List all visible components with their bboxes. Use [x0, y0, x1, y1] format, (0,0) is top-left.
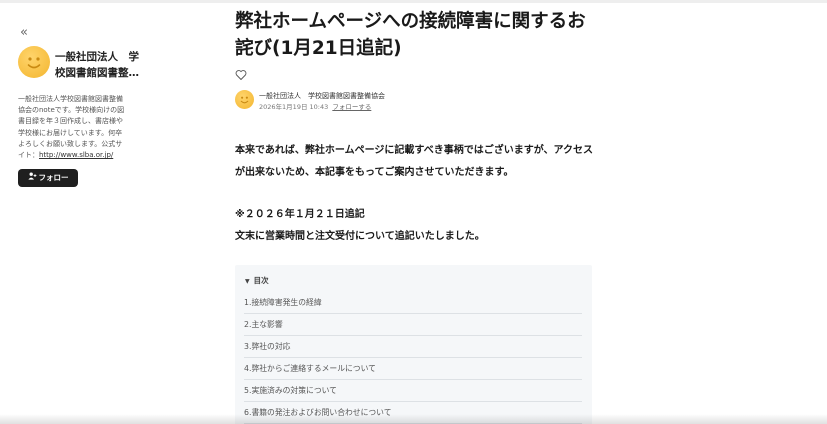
caret-down-icon: ▼	[245, 278, 250, 285]
toc-toggle[interactable]: ▼ 目次	[245, 275, 269, 286]
like-heart-icon[interactable]	[235, 66, 247, 80]
creator-name[interactable]: 一般社団法人 学校図書館図書整備協会	[55, 49, 141, 81]
creator-bio: 一般社団法人学校図書館図書整備協会のnoteです。学校様向けの図書目録を年３回作…	[18, 94, 128, 161]
table-of-contents: ▼ 目次 1.接続障害発生の経緯 2.主な影響 3.弊社の対応 4.弊社からご連絡…	[235, 265, 592, 424]
creator-avatar[interactable]	[18, 46, 50, 78]
toc-item[interactable]: 4.弊社からご連絡するメールについて	[244, 358, 582, 380]
publish-date: 2026年1月19日 10:43	[259, 103, 329, 111]
toc-item[interactable]: 3.弊社の対応	[244, 336, 582, 358]
collapse-sidebar-icon[interactable]: «	[20, 26, 32, 40]
publish-date-line: 2026年1月19日 10:43 フォローする	[259, 101, 371, 111]
toc-list: 1.接続障害発生の経緯 2.主な影響 3.弊社の対応 4.弊社からご連絡するメー…	[244, 292, 582, 424]
author-avatar[interactable]	[235, 90, 254, 109]
add-user-icon	[27, 169, 37, 187]
toc-item[interactable]: 2.主な影響	[244, 314, 582, 336]
follow-button-label: フォロー	[38, 173, 69, 182]
top-divider	[0, 0, 827, 3]
note-article-page: « 一般社団法人 学校図書館図書整備協会 一般社団法人学校図書館図書整備協会のn…	[0, 0, 827, 424]
window-bottom-shadow	[0, 414, 827, 424]
smiley-face-icon	[27, 57, 41, 69]
article-body: 本来であれば、弊社ホームページに記載すべき事柄ではございますが、アクセスが出来な…	[235, 140, 595, 247]
official-site-link[interactable]: http://www.slba.or.jp/	[39, 151, 113, 159]
creator-profile[interactable]: 一般社団法人 学校図書館図書整備協会	[18, 46, 143, 82]
update-note-text: 文末に営業時間と注文受付について追記いたしました。	[235, 230, 485, 242]
follow-button[interactable]: フォロー	[18, 169, 78, 187]
article-title: 弊社ホームページへの接続障害に関するお詫び(1月21日追記)	[235, 11, 586, 59]
toc-heading: 目次	[253, 276, 269, 285]
author-name[interactable]: 一般社団法人 学校図書館図書整備協会	[259, 91, 385, 101]
creator-bio-text: 一般社団法人学校図書館図書整備協会のnoteです。学校様向けの図書目録を年３回作…	[18, 95, 125, 160]
toc-item[interactable]: 1.接続障害発生の経緯	[244, 292, 582, 314]
update-note-heading: ※２０２６年１月２１日追記	[235, 209, 365, 220]
follow-link[interactable]: フォローする	[332, 103, 371, 111]
toc-item[interactable]: 5.実施済みの対策について	[244, 380, 582, 402]
article-meta: 一般社団法人 学校図書館図書整備協会 2026年1月19日 10:43 フォロー…	[235, 90, 595, 112]
smiley-face-icon	[240, 96, 249, 104]
intro-paragraph: 本来であれば、弊社ホームページに記載すべき事柄ではございますが、アクセスが出来な…	[235, 145, 593, 178]
